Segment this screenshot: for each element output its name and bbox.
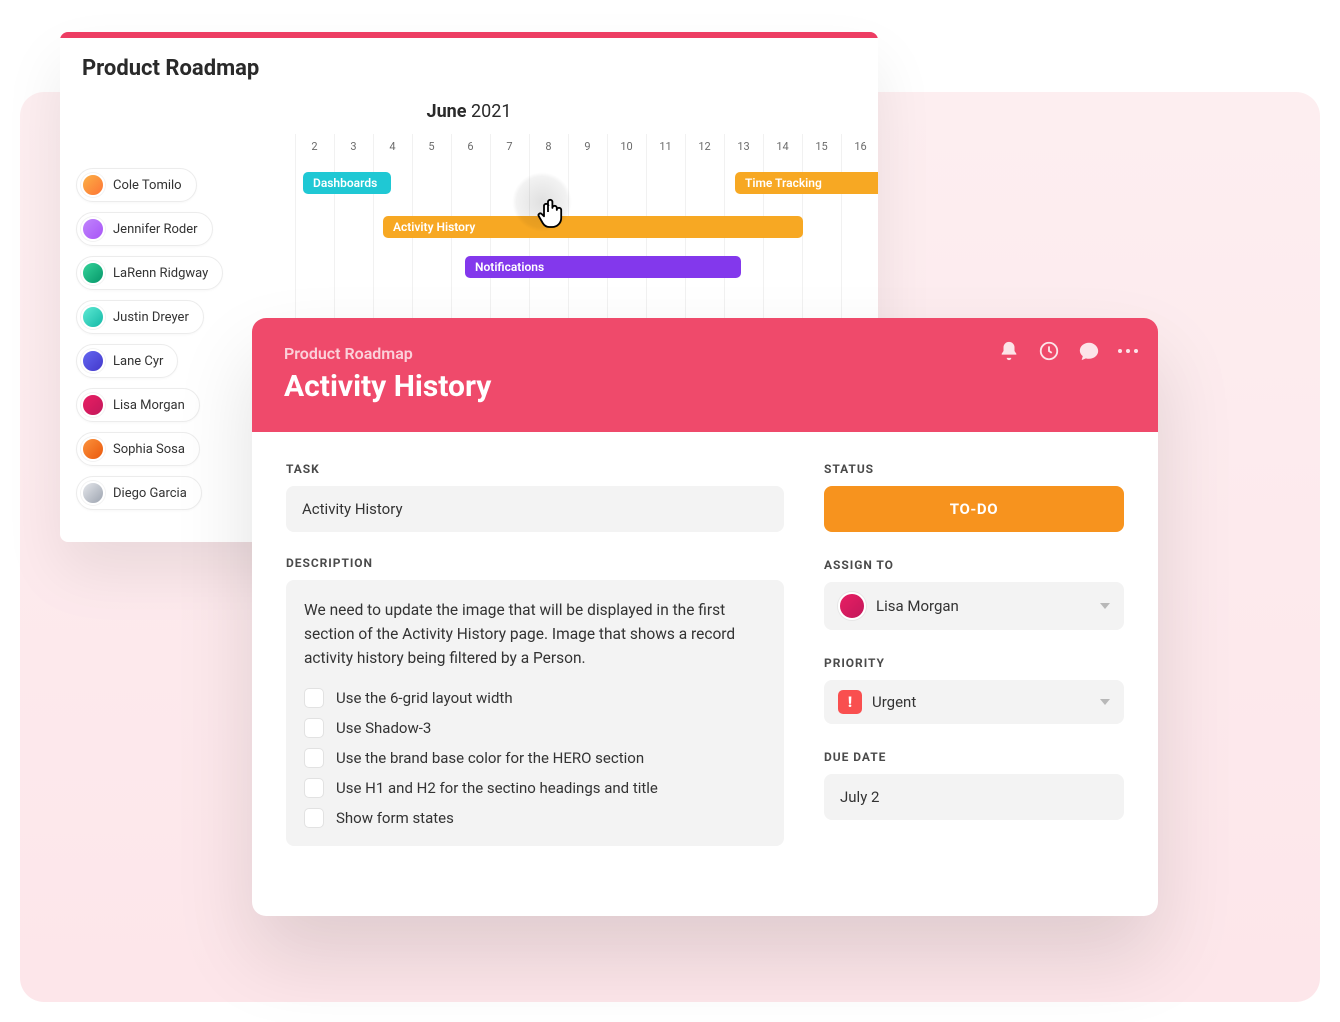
avatar bbox=[81, 261, 105, 285]
day-column: 9 bbox=[568, 134, 607, 163]
day-column: 14 bbox=[763, 134, 802, 163]
checkbox[interactable] bbox=[304, 808, 324, 828]
label-assign: ASSIGN TO bbox=[824, 558, 1124, 572]
label-due: DUE DATE bbox=[824, 750, 1124, 764]
checkbox[interactable] bbox=[304, 688, 324, 708]
checklist: Use the 6-grid layout width Use Shadow-3 U… bbox=[304, 688, 766, 828]
checkbox[interactable] bbox=[304, 778, 324, 798]
avatar bbox=[81, 349, 105, 373]
due-date-input[interactable]: July 2 bbox=[824, 774, 1124, 820]
person-pill[interactable]: Justin Dreyer bbox=[76, 300, 204, 334]
page-title: Product Roadmap bbox=[60, 38, 878, 95]
day-column: 10 bbox=[607, 134, 646, 163]
day-column: 12 bbox=[685, 134, 724, 163]
avatar bbox=[838, 592, 866, 620]
person-name: Sophia Sosa bbox=[113, 442, 185, 457]
label-priority: PRIORITY bbox=[824, 656, 1124, 670]
checklist-label: Use H1 and H2 for the sectino headings a… bbox=[336, 779, 658, 797]
urgent-icon: ! bbox=[838, 690, 862, 714]
timeline-month: June 2021 bbox=[60, 95, 878, 134]
status-button[interactable]: TO-DO bbox=[824, 486, 1124, 532]
gantt-bar[interactable]: Time Tracking bbox=[735, 172, 878, 194]
task-right-column: STATUS TO-DO ASSIGN TO Lisa Morgan PRIOR… bbox=[824, 462, 1124, 846]
gantt-bar[interactable]: Activity History bbox=[383, 216, 803, 238]
chat-icon[interactable] bbox=[1078, 340, 1100, 362]
clock-icon[interactable] bbox=[1038, 340, 1060, 362]
person-name: Lisa Morgan bbox=[113, 398, 185, 413]
bell-icon[interactable] bbox=[998, 340, 1020, 362]
day-header: 234567891011121314151617 bbox=[295, 134, 878, 163]
person-name: Lane Cyr bbox=[113, 354, 163, 369]
year-label: 2021 bbox=[471, 101, 511, 122]
gantt-bar[interactable]: Notifications bbox=[465, 256, 741, 278]
description-box[interactable]: We need to update the image that will be… bbox=[286, 580, 784, 846]
person-name: Cole Tomilo bbox=[113, 178, 182, 193]
person-name: LaRenn Ridgway bbox=[113, 266, 208, 281]
avatar bbox=[81, 481, 105, 505]
more-icon[interactable] bbox=[1118, 349, 1138, 353]
label-status: STATUS bbox=[824, 462, 1124, 476]
task-left-column: TASK Activity History DESCRIPTION We nee… bbox=[286, 462, 784, 846]
person-pill[interactable]: Lisa Morgan bbox=[76, 388, 200, 422]
person-name: Jennifer Roder bbox=[113, 222, 198, 237]
chevron-down-icon bbox=[1100, 603, 1110, 609]
checklist-label: Use the brand base color for the HERO se… bbox=[336, 749, 644, 767]
priority-value: Urgent bbox=[872, 693, 916, 711]
day-column: 6 bbox=[451, 134, 490, 163]
person-name: Diego Garcia bbox=[113, 486, 187, 501]
day-column: 5 bbox=[412, 134, 451, 163]
description-text: We need to update the image that will be… bbox=[304, 598, 766, 670]
checklist-item[interactable]: Use Shadow-3 bbox=[304, 718, 766, 738]
day-column: 15 bbox=[802, 134, 841, 163]
priority-select[interactable]: ! Urgent bbox=[824, 680, 1124, 724]
header-icons bbox=[998, 340, 1138, 362]
checklist-item[interactable]: Use the 6-grid layout width bbox=[304, 688, 766, 708]
assignee-select[interactable]: Lisa Morgan bbox=[824, 582, 1124, 630]
checklist-item[interactable]: Show form states bbox=[304, 808, 766, 828]
task-body: TASK Activity History DESCRIPTION We nee… bbox=[252, 432, 1158, 876]
person-pill[interactable]: LaRenn Ridgway bbox=[76, 256, 223, 290]
gantt-bar[interactable]: Dashboards bbox=[303, 172, 391, 194]
day-column: 8 bbox=[529, 134, 568, 163]
avatar bbox=[81, 217, 105, 241]
day-column: 2 bbox=[295, 134, 334, 163]
checklist-label: Show form states bbox=[336, 809, 454, 827]
person-pill[interactable]: Cole Tomilo bbox=[76, 168, 197, 202]
person-pill[interactable]: Sophia Sosa bbox=[76, 432, 200, 466]
avatar bbox=[81, 173, 105, 197]
checklist-label: Use the 6-grid layout width bbox=[336, 689, 513, 707]
avatar bbox=[81, 305, 105, 329]
label-task: TASK bbox=[286, 462, 784, 476]
day-column: 13 bbox=[724, 134, 763, 163]
task-panel: Product Roadmap Activity History TASK Ac… bbox=[252, 318, 1158, 916]
avatar bbox=[81, 437, 105, 461]
people-list: Cole Tomilo Jennifer Roder LaRenn Ridgway J… bbox=[76, 168, 223, 510]
checklist-item[interactable]: Use H1 and H2 for the sectino headings a… bbox=[304, 778, 766, 798]
month-label: June bbox=[427, 101, 467, 122]
checklist-item[interactable]: Use the brand base color for the HERO se… bbox=[304, 748, 766, 768]
person-name: Justin Dreyer bbox=[113, 310, 189, 325]
day-column: 7 bbox=[490, 134, 529, 163]
assignee-name: Lisa Morgan bbox=[876, 597, 959, 615]
person-pill[interactable]: Jennifer Roder bbox=[76, 212, 213, 246]
day-column: 16 bbox=[841, 134, 878, 163]
day-column: 3 bbox=[334, 134, 373, 163]
task-name-input[interactable]: Activity History bbox=[286, 486, 784, 532]
avatar bbox=[81, 393, 105, 417]
checkbox[interactable] bbox=[304, 748, 324, 768]
task-header: Product Roadmap Activity History bbox=[252, 318, 1158, 432]
label-description: DESCRIPTION bbox=[286, 556, 784, 570]
person-pill[interactable]: Lane Cyr bbox=[76, 344, 178, 378]
checklist-label: Use Shadow-3 bbox=[336, 719, 431, 737]
chevron-down-icon bbox=[1100, 699, 1110, 705]
person-pill[interactable]: Diego Garcia bbox=[76, 476, 202, 510]
day-column: 4 bbox=[373, 134, 412, 163]
day-column: 11 bbox=[646, 134, 685, 163]
checkbox[interactable] bbox=[304, 718, 324, 738]
task-title: Activity History bbox=[284, 369, 1126, 404]
